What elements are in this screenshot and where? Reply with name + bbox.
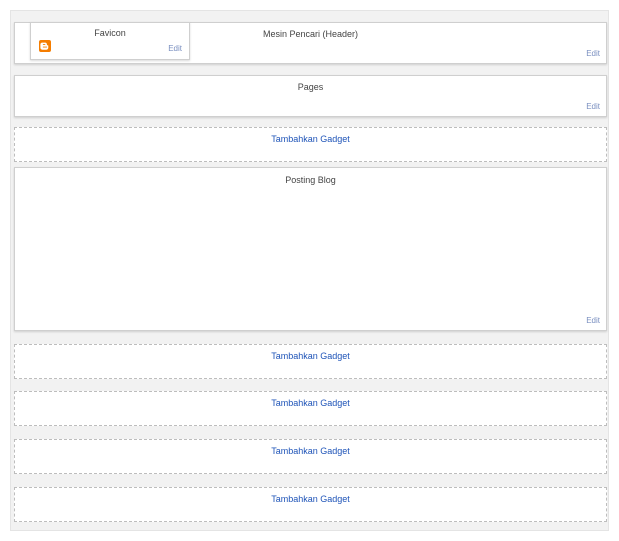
- favicon-title: Favicon: [94, 28, 126, 38]
- blog-posts-gadget: Posting Blog Edit: [14, 167, 607, 331]
- add-gadget-link-5[interactable]: Tambahkan Gadget: [14, 487, 607, 522]
- add-gadget-link-2[interactable]: Tambahkan Gadget: [14, 344, 607, 379]
- add-gadget-link-3[interactable]: Tambahkan Gadget: [14, 391, 607, 426]
- pages-gadget: Pages Edit: [14, 75, 607, 117]
- layout-canvas: Mesin Pencari (Header) Edit Favicon Edit…: [10, 10, 609, 531]
- add-gadget-link-4[interactable]: Tambahkan Gadget: [14, 439, 607, 474]
- add-gadget-label: Tambahkan Gadget: [271, 398, 350, 408]
- header-edit-link[interactable]: Edit: [586, 49, 600, 58]
- pages-title: Pages: [297, 82, 324, 92]
- header-title: Mesin Pencari (Header): [262, 29, 359, 39]
- blog-posts-edit-link[interactable]: Edit: [586, 316, 600, 325]
- add-gadget-label: Tambahkan Gadget: [271, 134, 350, 144]
- blog-posts-title: Posting Blog: [285, 175, 336, 185]
- favicon-edit-link[interactable]: Edit: [168, 44, 182, 53]
- pages-edit-link[interactable]: Edit: [586, 102, 600, 111]
- add-gadget-label: Tambahkan Gadget: [271, 446, 350, 456]
- add-gadget-label: Tambahkan Gadget: [271, 494, 350, 504]
- blogger-icon: [39, 40, 51, 52]
- add-gadget-link-1[interactable]: Tambahkan Gadget: [14, 127, 607, 162]
- add-gadget-label: Tambahkan Gadget: [271, 351, 350, 361]
- favicon-gadget: Favicon Edit: [30, 22, 190, 60]
- header-section: Mesin Pencari (Header) Edit Favicon Edit: [14, 22, 607, 64]
